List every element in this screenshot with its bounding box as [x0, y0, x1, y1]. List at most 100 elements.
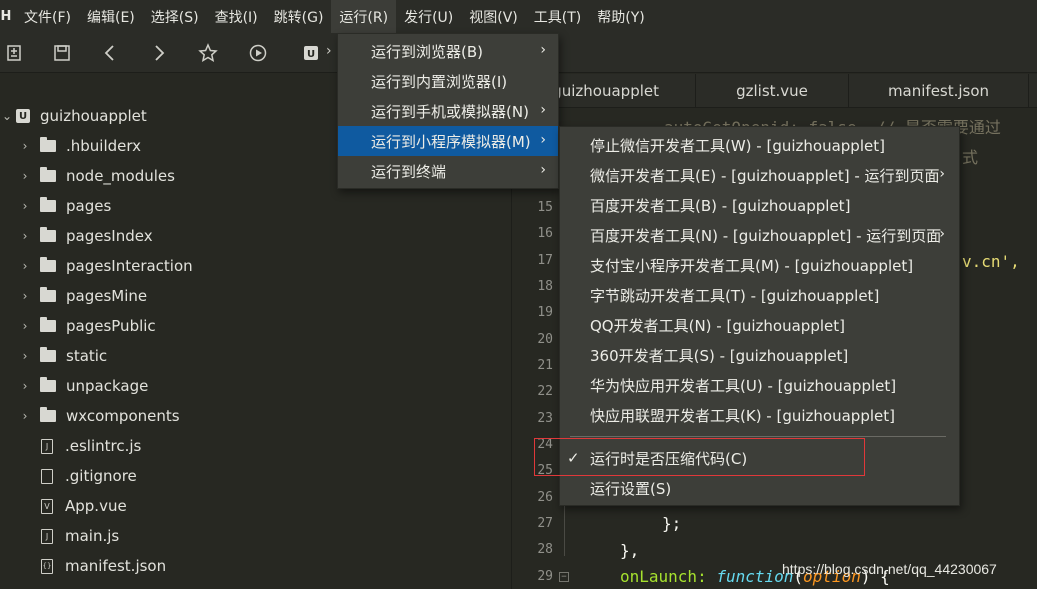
- code-line-28: },: [620, 541, 640, 560]
- menu-item-run-builtin-browser[interactable]: 运行到内置浏览器(I): [338, 66, 558, 96]
- star-icon[interactable]: [196, 41, 220, 65]
- fold-toggle-icon[interactable]: −: [559, 572, 569, 582]
- line-number: 18: [537, 279, 553, 294]
- menu-help[interactable]: 帮助(Y): [589, 0, 652, 33]
- chevron-right-icon[interactable]: ›: [18, 199, 32, 213]
- chevron-right-icon[interactable]: ›: [18, 229, 32, 243]
- submenu-item[interactable]: 支付宝小程序开发者工具(M) - [guizhouapplet]: [560, 250, 959, 280]
- project-name: guizhouapplet: [40, 107, 147, 125]
- code-line-27: };: [662, 514, 682, 533]
- chevron-down-icon[interactable]: ⌄: [0, 109, 14, 123]
- chevron-right-icon[interactable]: ›: [18, 409, 32, 423]
- menu-item-label: 运行到终端: [371, 162, 447, 181]
- submenu-item-label: 华为快应用开发者工具(U) - [guizhouapplet]: [590, 376, 897, 395]
- chevron-right-icon[interactable]: ›: [18, 259, 32, 273]
- chevron-right-icon[interactable]: ›: [18, 379, 32, 393]
- tree-folder[interactable]: › pagesPublic: [0, 311, 512, 341]
- folder-label: pagesPublic: [66, 317, 156, 335]
- folder-label: wxcomponents: [66, 407, 180, 425]
- submenu-item-label: 支付宝小程序开发者工具(M) - [guizhouapplet]: [590, 256, 914, 275]
- submenu-item[interactable]: 360开发者工具(S) - [guizhouapplet]: [560, 340, 959, 370]
- folder-icon: [40, 347, 56, 362]
- submenu-item-settings[interactable]: 运行设置(S): [560, 473, 959, 503]
- new-file-icon[interactable]: [2, 41, 26, 65]
- tree-folder[interactable]: › pages: [0, 191, 512, 221]
- tree-file[interactable]: V App.vue: [0, 491, 512, 521]
- chevron-right-icon[interactable]: ›: [18, 139, 32, 153]
- submenu-item-label: 微信开发者工具(E) - [guizhouapplet] - 运行到页面: [590, 166, 940, 185]
- file-label: .gitignore: [65, 467, 137, 485]
- menu-find[interactable]: 查找(I): [207, 0, 266, 33]
- submenu-item[interactable]: 华为快应用开发者工具(U) - [guizhouapplet]: [560, 370, 959, 400]
- menu-view[interactable]: 视图(V): [461, 0, 526, 33]
- tree-folder[interactable]: › wxcomponents: [0, 401, 512, 431]
- back-icon[interactable]: [98, 41, 122, 65]
- folder-label: node_modules: [66, 167, 175, 185]
- tree-folder[interactable]: › pagesInteraction: [0, 251, 512, 281]
- tree-folder[interactable]: › pagesMine: [0, 281, 512, 311]
- chevron-right-icon[interactable]: ›: [18, 349, 32, 363]
- save-icon[interactable]: [50, 41, 74, 65]
- svg-text:U: U: [307, 49, 315, 60]
- line-number: 19: [537, 305, 553, 320]
- submenu-item[interactable]: 字节跳动开发者工具(T) - [guizhouapplet]: [560, 280, 959, 310]
- folder-label: pagesInteraction: [66, 257, 193, 275]
- menu-select[interactable]: 选择(S): [143, 0, 207, 33]
- file-label: manifest.json: [65, 557, 167, 575]
- tab-manifest[interactable]: manifest.json: [849, 74, 1029, 108]
- menubar: H 文件(F) 编辑(E) 选择(S) 查找(I) 跳转(G) 运行(R) 发行…: [0, 0, 1037, 33]
- folder-label: unpackage: [66, 377, 149, 395]
- submenu-item[interactable]: 停止微信开发者工具(W) - [guizhouapplet]: [560, 130, 959, 160]
- chevron-right-icon: ›: [540, 132, 546, 148]
- folder-label: pagesMine: [66, 287, 148, 305]
- tree-file[interactable]: .gitignore: [0, 461, 512, 491]
- run-menu: 运行到浏览器(B) › 运行到内置浏览器(I) 运行到手机或模拟器(N) › 运…: [337, 33, 559, 189]
- menu-goto[interactable]: 跳转(G): [266, 0, 332, 33]
- submenu-item[interactable]: QQ开发者工具(N) - [guizhouapplet]: [560, 310, 959, 340]
- code-string-fragment: v.cn',: [962, 252, 1020, 271]
- tab-gzlist[interactable]: gzlist.vue: [696, 74, 849, 108]
- code-identifier: onLaunch:: [620, 567, 717, 586]
- submenu-item[interactable]: 快应用联盟开发者工具(K) - [guizhouapplet]: [560, 400, 959, 430]
- menu-item-run-miniprogram[interactable]: 运行到小程序模拟器(M) ›: [338, 126, 558, 156]
- tree-file[interactable]: J main.js: [0, 521, 512, 551]
- folder-icon: [40, 137, 56, 152]
- submenu-item[interactable]: 百度开发者工具(B) - [guizhouapplet]: [560, 190, 959, 220]
- folder-icon: [40, 257, 56, 272]
- chevron-right-icon[interactable]: ›: [18, 319, 32, 333]
- run-icon[interactable]: [246, 41, 270, 65]
- menu-item-run-phone[interactable]: 运行到手机或模拟器(N) ›: [338, 96, 558, 126]
- line-number: 20: [537, 332, 553, 347]
- menu-edit[interactable]: 编辑(E): [79, 0, 143, 33]
- chevron-right-icon[interactable]: ›: [18, 289, 32, 303]
- project-icon[interactable]: U: [299, 41, 323, 65]
- line-number: 22: [537, 384, 553, 399]
- menu-file[interactable]: 文件(F): [16, 0, 79, 33]
- menu-publish[interactable]: 发行(U): [396, 0, 461, 33]
- submenu-item[interactable]: 微信开发者工具(E) - [guizhouapplet] - 运行到页面 ›: [560, 160, 959, 190]
- tree-file[interactable]: J .eslintrc.js: [0, 431, 512, 461]
- menu-run[interactable]: 运行(R): [331, 0, 397, 33]
- chevron-right-icon: ›: [540, 42, 546, 58]
- menu-tools[interactable]: 工具(T): [526, 0, 589, 33]
- tree-folder[interactable]: › unpackage: [0, 371, 512, 401]
- chevron-right-icon: ›: [939, 226, 945, 242]
- menu-item-run-terminal[interactable]: 运行到终端 ›: [338, 156, 558, 186]
- file-icon: [41, 468, 53, 484]
- forward-icon[interactable]: [147, 41, 171, 65]
- chevron-right-icon: ›: [540, 102, 546, 118]
- code-comment-fragment: 式: [962, 148, 979, 167]
- chevron-right-icon: ›: [540, 162, 546, 178]
- line-number: 29: [537, 569, 553, 584]
- menu-item-run-browser[interactable]: 运行到浏览器(B) ›: [338, 36, 558, 66]
- folder-icon: [40, 377, 56, 392]
- submenu-item-label: 停止微信开发者工具(W) - [guizhouapplet]: [590, 136, 885, 155]
- tree-folder[interactable]: › static: [0, 341, 512, 371]
- submenu-item-label: 快应用联盟开发者工具(K) - [guizhouapplet]: [590, 406, 895, 425]
- line-number: 26: [537, 490, 553, 505]
- tree-folder[interactable]: › pagesIndex: [0, 221, 512, 251]
- tree-file[interactable]: {} manifest.json: [0, 551, 512, 581]
- submenu-item-label: 百度开发者工具(B) - [guizhouapplet]: [590, 196, 851, 215]
- submenu-item[interactable]: 百度开发者工具(N) - [guizhouapplet] - 运行到页面 ›: [560, 220, 959, 250]
- chevron-right-icon[interactable]: ›: [18, 169, 32, 183]
